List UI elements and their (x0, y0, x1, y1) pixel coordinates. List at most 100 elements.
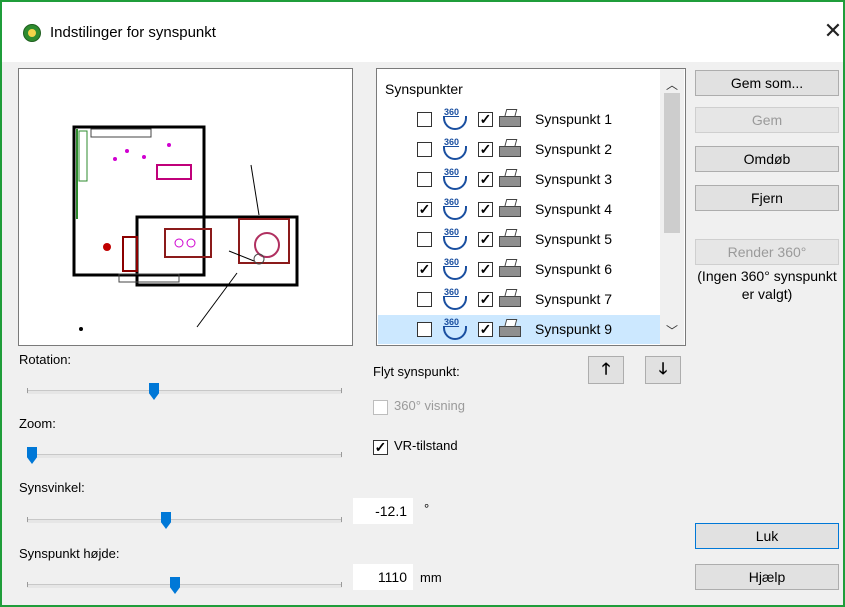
save-as-button[interactable]: Gem som... (695, 70, 839, 96)
view-angle-slider[interactable] (27, 507, 342, 529)
list-scrollbar[interactable]: ︿ ﹀ (660, 69, 684, 345)
printer-icon (499, 319, 521, 339)
show-row-checkbox[interactable]: ✓ (478, 142, 493, 157)
rename-button[interactable]: Omdøb (695, 146, 839, 172)
vr-mode-checkbox[interactable]: ✓ (373, 440, 388, 455)
slider-tick (341, 388, 342, 393)
view360-icon: 360 (440, 137, 468, 160)
view360-icon: 360 (440, 287, 468, 310)
slider-track (27, 452, 342, 458)
list-item-label: Synspunkt 6 (535, 261, 613, 277)
list-item-label: Synspunkt 5 (535, 231, 613, 247)
printer-icon (499, 169, 521, 189)
floorplan-preview[interactable] (18, 68, 353, 346)
move-down-button[interactable]: 🡓 (645, 356, 681, 384)
view360-checkbox[interactable] (373, 400, 388, 415)
slider-thumb[interactable] (161, 512, 171, 529)
printer-icon (499, 199, 521, 219)
view360-row-checkbox[interactable]: ✓ (417, 262, 432, 277)
show-row-checkbox[interactable]: ✓ (478, 112, 493, 127)
list-item[interactable]: 360 ✓ Synspunkt 2 (378, 135, 660, 164)
list-item-label: Synspunkt 9 (535, 321, 613, 337)
title-bar: Indstilinger for synspunkt ✕ (2, 2, 843, 62)
viewpoint-list[interactable]: Synspunkter 360 ✓ Synspunkt 1 360 ✓ Synspunkt… (376, 68, 686, 346)
printer-icon (499, 259, 521, 279)
scroll-thumb[interactable] (664, 93, 680, 233)
viewpoint-height-unit: mm (420, 570, 442, 585)
app-logo-icon (23, 24, 41, 42)
viewpoint-list-header: Synspunkter (385, 81, 463, 97)
slider-thumb[interactable] (170, 577, 180, 594)
move-up-button[interactable]: 🡑 (588, 356, 624, 384)
view360-row-checkbox[interactable] (417, 142, 432, 157)
view-angle-input[interactable]: -12.1 (353, 498, 413, 524)
view360-row-checkbox[interactable] (417, 322, 432, 337)
slider-track (27, 517, 342, 523)
slider-tick (27, 517, 28, 522)
viewpoint-height-label: Synspunkt højde: (19, 546, 120, 561)
list-item[interactable]: 360 ✓ Synspunkt 3 (378, 165, 660, 194)
view360-row-checkbox[interactable] (417, 112, 432, 127)
slider-tick (341, 517, 342, 522)
list-item[interactable]: ✓ 360 ✓ Synspunkt 6 (378, 255, 660, 284)
printer-icon (499, 289, 521, 309)
printer-icon (499, 109, 521, 129)
slider-tick (341, 452, 342, 457)
show-row-checkbox[interactable]: ✓ (478, 262, 493, 277)
render360-button[interactable]: Render 360° (695, 239, 839, 265)
slider-tick (341, 582, 342, 587)
list-item[interactable]: 360 ✓ Synspunkt 1 (378, 105, 660, 134)
help-button[interactable]: Hjælp (695, 564, 839, 590)
rotation-label: Rotation: (19, 352, 72, 367)
list-item-label: Synspunkt 3 (535, 171, 613, 187)
list-item-label: Synspunkt 4 (535, 201, 613, 217)
printer-icon (499, 229, 521, 249)
slider-tick (27, 388, 28, 393)
view360-icon: 360 (440, 107, 468, 130)
list-item-label: Synspunkt 7 (535, 291, 613, 307)
view360-icon: 360 (440, 317, 468, 340)
view360-icon: 360 (440, 227, 468, 250)
window-title: Indstilinger for synspunkt (50, 24, 216, 41)
save-button[interactable]: Gem (695, 107, 839, 133)
zoom-slider[interactable] (27, 442, 342, 464)
view360-row-checkbox[interactable]: ✓ (417, 202, 432, 217)
viewpoint-height-input[interactable]: 1110 (353, 564, 413, 590)
view-angle-label: Synsvinkel: (19, 480, 85, 495)
viewpoint-height-slider[interactable] (27, 572, 342, 594)
list-item[interactable]: ✓ 360 ✓ Synspunkt 4 (378, 195, 660, 224)
view360-row-checkbox[interactable] (417, 292, 432, 307)
list-item[interactable]: 360 ✓ Synspunkt 7 (378, 285, 660, 314)
zoom-label: Zoom: (19, 416, 56, 431)
rotation-slider[interactable] (27, 378, 342, 400)
slider-track (27, 582, 342, 588)
view360-icon: 360 (440, 167, 468, 190)
view360-icon: 360 (440, 197, 468, 220)
show-row-checkbox[interactable]: ✓ (478, 292, 493, 307)
vr-mode-label: VR-tilstand (394, 438, 458, 453)
view360-label: 360° visning (394, 398, 465, 413)
show-row-checkbox[interactable]: ✓ (478, 322, 493, 337)
view360-row-checkbox[interactable] (417, 232, 432, 247)
close-window-button[interactable]: ✕ (822, 19, 844, 43)
slider-track (27, 388, 342, 394)
remove-button[interactable]: Fjern (695, 185, 839, 211)
list-item[interactable]: 360 ✓ Synspunkt 9 (378, 315, 660, 344)
list-item[interactable]: 360 ✓ Synspunkt 5 (378, 225, 660, 254)
view360-icon: 360 (440, 257, 468, 280)
dialog-window: Indstilinger for synspunkt ✕ Rotation: Z… (0, 0, 845, 607)
printer-icon (499, 139, 521, 159)
view360-row-checkbox[interactable] (417, 172, 432, 187)
scroll-down-icon[interactable]: ﹀ (660, 319, 684, 343)
show-row-checkbox[interactable]: ✓ (478, 232, 493, 247)
show-row-checkbox[interactable]: ✓ (478, 172, 493, 187)
slider-thumb[interactable] (149, 383, 159, 400)
floorplan-drawing (72, 125, 299, 331)
list-item-label: Synspunkt 2 (535, 141, 613, 157)
slider-thumb[interactable] (27, 447, 37, 464)
render360-note: (Ingen 360° synspunkt er valgt) (697, 268, 837, 302)
view-angle-unit: ° (424, 501, 430, 516)
list-item-label: Synspunkt 1 (535, 111, 613, 127)
close-button[interactable]: Luk (695, 523, 839, 549)
show-row-checkbox[interactable]: ✓ (478, 202, 493, 217)
